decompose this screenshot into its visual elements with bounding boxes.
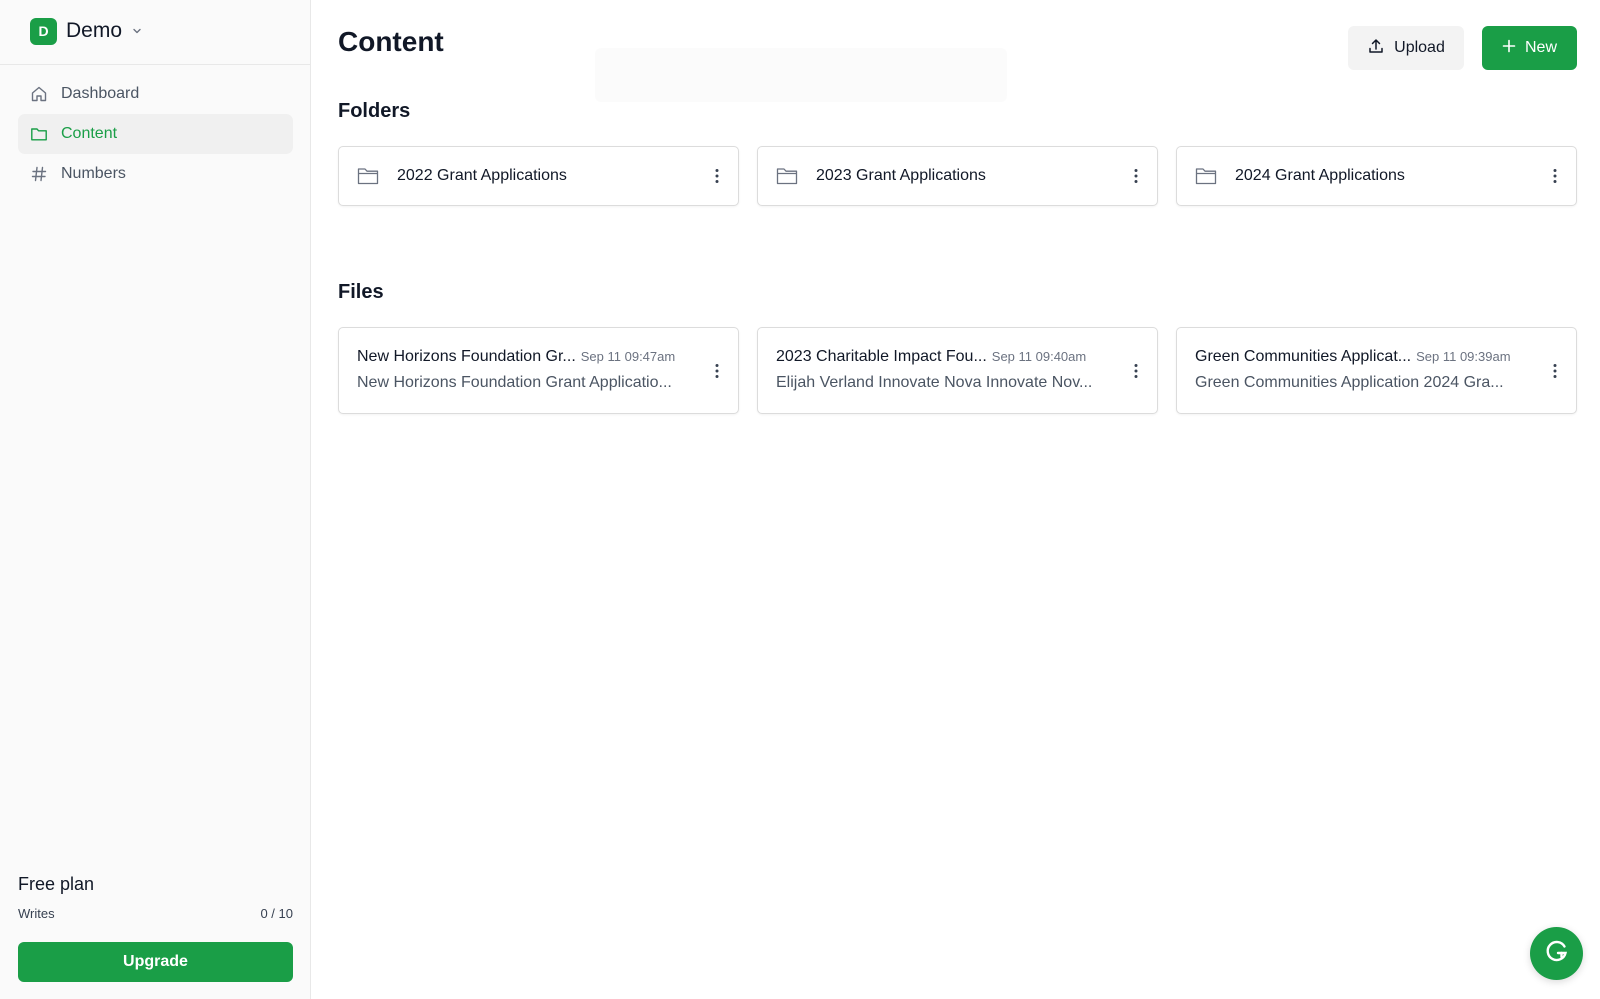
page-title: Content [338, 26, 444, 57]
upload-icon [1367, 37, 1385, 60]
sidebar-item-numbers[interactable]: Numbers [18, 154, 293, 194]
file-header: Green Communities Applicat... Sep 11 09:… [1195, 348, 1526, 366]
assistant-fab[interactable] [1530, 927, 1583, 980]
folder-card[interactable]: 2023 Grant Applications [757, 146, 1158, 206]
sidebar-item-label: Dashboard [61, 85, 140, 102]
more-vertical-icon[interactable] [710, 164, 724, 188]
sidebar-divider [0, 64, 311, 65]
hash-icon [30, 165, 48, 183]
grammarly-g-icon [1544, 938, 1570, 969]
writes-usage: Writes 0 / 10 [18, 906, 293, 921]
folder-icon [357, 166, 379, 186]
folder-icon [776, 166, 798, 186]
plan-summary: Free plan Writes 0 / 10 [18, 874, 293, 921]
new-label: New [1524, 39, 1557, 56]
new-button[interactable]: New [1482, 26, 1577, 70]
file-date: Sep 11 09:47am [580, 349, 676, 364]
faded-toolbar [595, 48, 1007, 102]
writes-label: Writes [18, 906, 55, 921]
file-preview: New Horizons Foundation Grant Applicatio… [357, 374, 672, 391]
more-vertical-icon[interactable] [1129, 359, 1143, 383]
plus-icon [1502, 39, 1516, 58]
files-heading: Files [338, 281, 384, 303]
folder-card[interactable]: 2024 Grant Applications [1176, 146, 1577, 206]
file-card[interactable]: Green Communities Applicat... Sep 11 09:… [1176, 327, 1577, 414]
more-vertical-icon[interactable] [710, 359, 724, 383]
file-card[interactable]: 2023 Charitable Impact Fou... Sep 11 09:… [757, 327, 1158, 414]
folder-name: 2024 Grant Applications [1235, 167, 1405, 184]
file-date: Sep 11 09:39am [1416, 349, 1511, 364]
file-preview: Elijah Verland Innovate Nova Innovate No… [776, 374, 1093, 391]
file-card[interactable]: New Horizons Foundation Gr... Sep 11 09:… [338, 327, 739, 414]
folder-icon [30, 125, 48, 143]
folders-heading: Folders [338, 100, 411, 122]
file-name: New Horizons Foundation Gr... [357, 348, 576, 365]
file-header: New Horizons Foundation Gr... Sep 11 09:… [357, 348, 688, 366]
workspace-switcher[interactable]: D Demo [18, 14, 155, 48]
chevron-down-icon [131, 25, 143, 37]
folders-grid: 2022 Grant Applications 2023 Grant Appli… [338, 146, 1577, 206]
sidebar: D Demo Dashboard Content Numbers Free pl… [0, 0, 311, 999]
folder-icon [1195, 166, 1217, 186]
upgrade-button[interactable]: Upgrade [18, 942, 293, 982]
more-vertical-icon[interactable] [1548, 164, 1562, 188]
files-grid: New Horizons Foundation Gr... Sep 11 09:… [338, 327, 1577, 414]
folder-card[interactable]: 2022 Grant Applications [338, 146, 739, 206]
file-date: Sep 11 09:40am [991, 349, 1087, 364]
plan-title: Free plan [18, 874, 95, 894]
sidebar-item-label: Numbers [61, 165, 126, 182]
folder-name: 2022 Grant Applications [397, 167, 567, 184]
file-header: 2023 Charitable Impact Fou... Sep 11 09:… [776, 348, 1107, 366]
main-content: Content Upload New Folders 2022 Grant Ap… [312, 0, 1600, 999]
sidebar-nav: Dashboard Content Numbers [18, 74, 293, 194]
workspace-name: Demo [66, 19, 123, 42]
upload-button[interactable]: Upload [1348, 26, 1464, 70]
sidebar-item-content[interactable]: Content [18, 114, 293, 154]
file-preview: Green Communities Application 2024 Gra..… [1195, 374, 1504, 391]
sidebar-item-dashboard[interactable]: Dashboard [18, 74, 293, 114]
writes-value: 0 / 10 [260, 906, 293, 921]
sidebar-item-label: Content [61, 125, 118, 142]
workspace-avatar: D [30, 17, 57, 45]
more-vertical-icon[interactable] [1129, 164, 1143, 188]
folder-name: 2023 Grant Applications [816, 167, 986, 184]
file-name: Green Communities Applicat... [1195, 348, 1412, 365]
home-icon [30, 85, 48, 103]
upload-label: Upload [1394, 39, 1445, 56]
file-name: 2023 Charitable Impact Fou... [776, 348, 987, 365]
more-vertical-icon[interactable] [1548, 359, 1562, 383]
